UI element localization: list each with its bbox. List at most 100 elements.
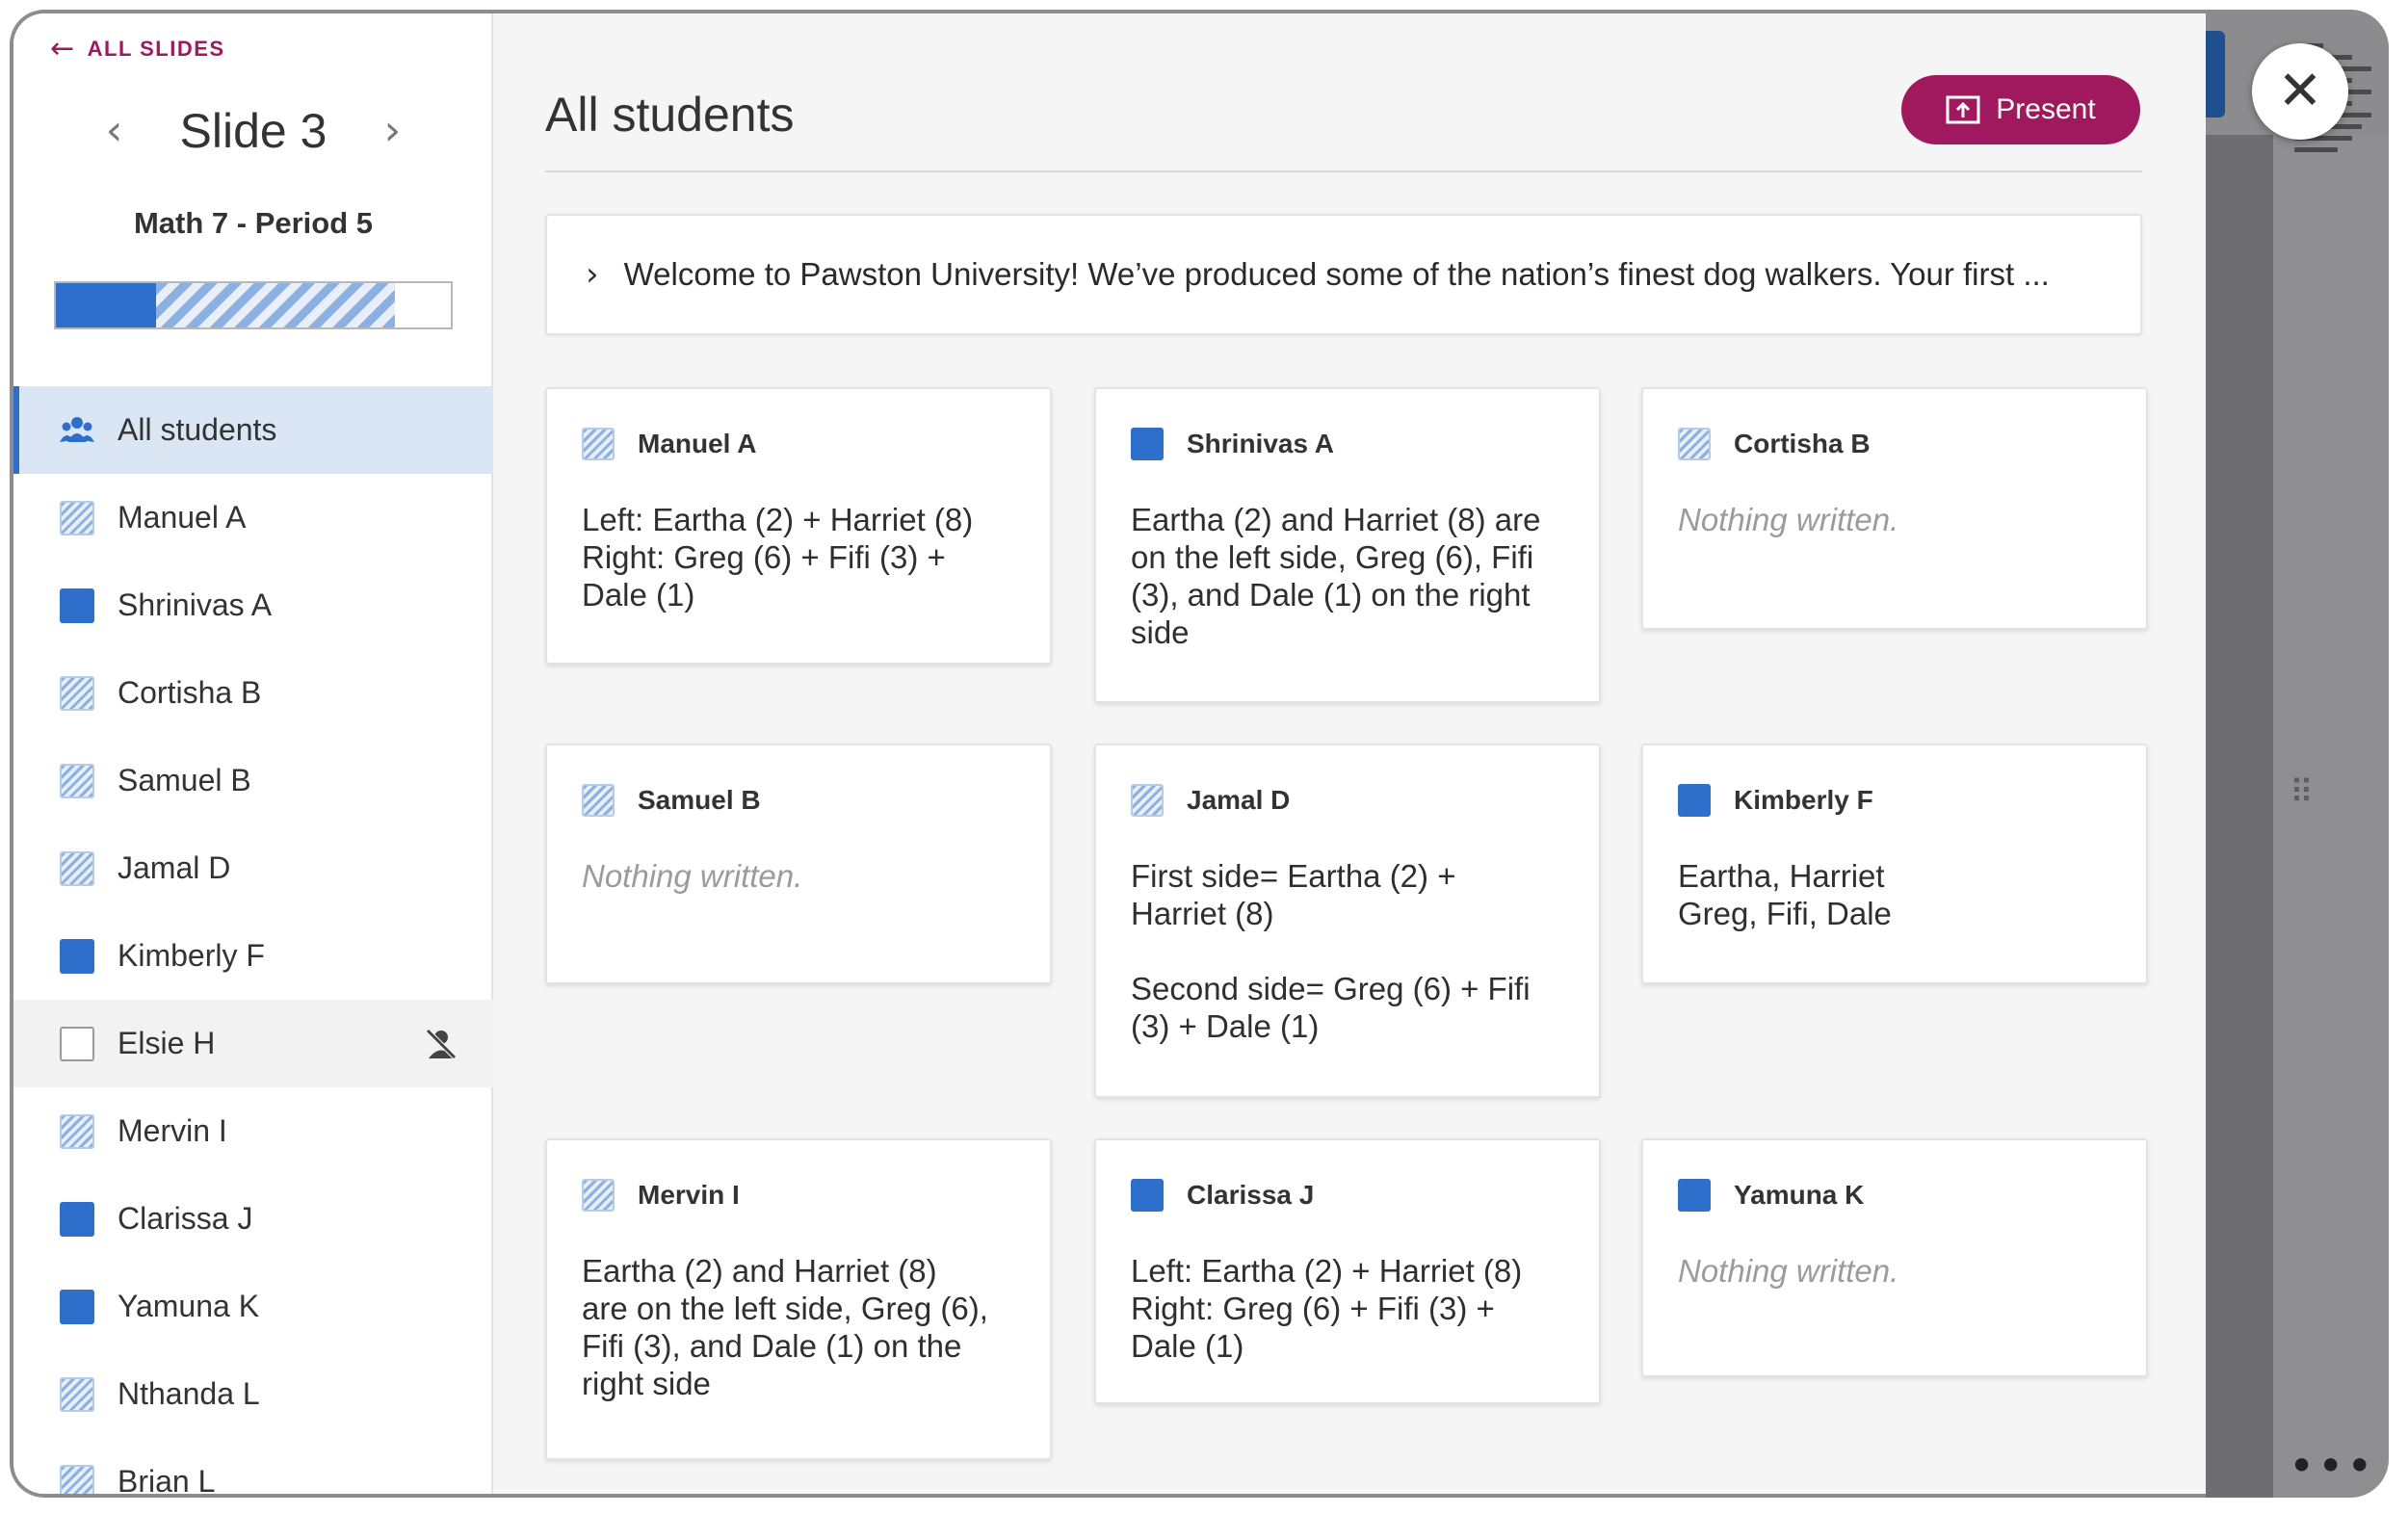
in-progress-status-icon [60,675,94,711]
sidebar-item-student[interactable]: Nthanda L [13,1350,493,1438]
card-header: Cortisha B [1678,428,2111,460]
card-student-name: Clarissa J [1187,1180,1315,1210]
page-title: All students [545,88,795,142]
sidebar-item-label: All students [118,412,277,447]
sidebar-item-label: Jamal D [118,850,231,885]
student-responses-modal: ← ALL SLIDES ‹ Slide 3 › Math 7 - Period… [10,10,2206,1498]
card-header: Kimberly F [1678,784,2111,817]
title-divider [545,170,2142,172]
arrow-left-icon: ← [50,32,76,65]
sidebar: ← ALL SLIDES ‹ Slide 3 › Math 7 - Period… [13,13,493,1494]
sidebar-item-label: Kimberly F [118,938,265,973]
sidebar-item-label: Elsie H [118,1026,216,1060]
student-response-card[interactable]: Shrinivas A Eartha (2) and Harriet (8) ar… [1094,387,1601,703]
sidebar-item-student[interactable]: Shrinivas A [13,561,493,649]
submitted-status-icon [1678,1179,1711,1212]
present-button[interactable]: Present [1901,75,2140,144]
in-progress-status-icon [60,763,94,798]
in-progress-status-icon [60,500,94,535]
class-name: Math 7 - Period 5 [133,206,374,240]
all-slides-link[interactable]: ← ALL SLIDES [50,32,225,65]
more-options-icon[interactable]: ••• [2289,1444,2375,1488]
card-response-text: Left: Eartha (2) + Harriet (8) Right: Gr… [582,502,974,613]
sidebar-item-student[interactable]: Cortisha B [13,649,493,737]
close-icon: ✕ [2277,60,2323,122]
student-response-card[interactable]: Clarissa J Left: Eartha (2) + Harriet (8)… [1094,1138,1601,1404]
card-header: Samuel B [582,784,1015,817]
student-response-card[interactable]: Mervin I Eartha (2) and Harriet (8) are o… [545,1138,1052,1460]
in-progress-status-icon [60,850,94,886]
sidebar-item-student[interactable]: Elsie H [13,1000,493,1087]
in-progress-status-icon [582,784,615,817]
sidebar-item-label: Clarissa J [118,1201,253,1236]
sidebar-item-label: Yamuna K [118,1289,260,1323]
sidebar-item-student[interactable]: Jamal D [13,824,493,912]
card-student-name: Yamuna K [1734,1180,1865,1210]
sidebar-item-all-students[interactable]: All students [13,386,493,474]
drag-handle-icon[interactable]: ⠿ [2290,776,2316,809]
student-list: All students Manuel A Shrinivas A Cortisha … [13,386,493,1498]
progress-in-progress-segment [156,283,395,327]
sidebar-item-label: Mervin I [118,1113,227,1148]
sidebar-item-student[interactable]: Mervin I [13,1087,493,1175]
chevron-left-icon[interactable]: ‹ [95,102,134,160]
card-response-text: First side= Eartha (2) + Harriet (8) Sec… [1131,858,1531,1044]
chevron-right-icon[interactable]: › [373,102,411,160]
in-progress-status-icon [582,1179,615,1212]
sidebar-item-student[interactable]: Samuel B [13,737,493,824]
in-progress-status-icon [582,428,615,460]
prompt-text: Welcome to Pawston University! We’ve pro… [623,256,2050,292]
slide-title: Slide 3 [179,104,327,158]
card-student-name: Manuel A [638,429,757,458]
card-student-name: Shrinivas A [1187,429,1335,458]
card-response-text: Nothing written. [1678,502,1899,537]
card-header: Clarissa J [1131,1179,1564,1212]
sidebar-item-student[interactable]: Kimberly F [13,912,493,1000]
sidebar-item-student[interactable]: Yamuna K [13,1263,493,1350]
sidebar-item-student[interactable]: Clarissa J [13,1175,493,1263]
prompt-expander[interactable]: › Welcome to Pawston University! We’ve p… [545,214,2142,335]
student-response-card[interactable]: Manuel A Left: Eartha (2) + Harriet (8) R… [545,387,1052,665]
present-label: Present [1996,93,2096,125]
chevron-right-icon: › [586,255,599,294]
student-response-card-partial[interactable] [1094,1495,1601,1498]
sidebar-item-student[interactable]: Manuel A [13,474,493,561]
submitted-status-icon [1131,1179,1164,1212]
submitted-status-icon [60,587,94,623]
card-header: Shrinivas A [1131,428,1564,460]
in-progress-status-icon [60,1376,94,1412]
progress-bar [54,281,453,329]
submitted-status-icon [1131,428,1164,460]
sidebar-item-label: Shrinivas A [118,587,273,622]
people-group-icon [60,413,94,448]
in-progress-status-icon [60,1464,94,1494]
student-response-card-partial[interactable] [545,1495,1052,1498]
sidebar-item-label: Manuel A [118,500,247,535]
main-content: All students Present › Welcome to Pawsto… [495,13,2206,1494]
card-header: Manuel A [582,428,1015,460]
student-response-card-partial[interactable] [1641,1495,2148,1498]
card-response-text: Eartha, Harriet Greg, Fifi, Dale [1678,858,1892,931]
submitted-status-icon [60,1201,94,1237]
sidebar-item-label: Brian L [118,1464,216,1498]
card-student-name: Kimberly F [1734,785,1873,815]
student-response-card[interactable]: Yamuna K Nothing written. [1641,1138,2148,1377]
card-header: Mervin I [582,1179,1015,1212]
submitted-status-icon [60,1289,94,1324]
student-response-card[interactable]: Samuel B Nothing written. [545,744,1052,984]
student-response-card[interactable]: Cortisha B Nothing written. [1641,387,2148,630]
progress-submitted-segment [56,283,156,327]
in-progress-status-icon [1131,784,1164,817]
background-editor-panel [2206,10,2389,1498]
card-student-name: Cortisha B [1734,429,1871,458]
card-response-text: Nothing written. [1678,1253,1899,1289]
student-response-card[interactable]: Jamal D First side= Eartha (2) + Harriet … [1094,744,1601,1098]
card-student-name: Samuel B [638,785,761,815]
in-progress-status-icon [1678,428,1711,460]
sidebar-item-student[interactable]: Brian L [13,1438,493,1498]
close-button[interactable]: ✕ [2252,43,2348,140]
sidebar-item-label: Cortisha B [118,675,262,710]
student-response-card[interactable]: Kimberly F Eartha, Harriet Greg, Fifi, Da… [1641,744,2148,984]
card-header: Yamuna K [1678,1179,2111,1212]
sidebar-item-label: Nthanda L [118,1376,260,1411]
